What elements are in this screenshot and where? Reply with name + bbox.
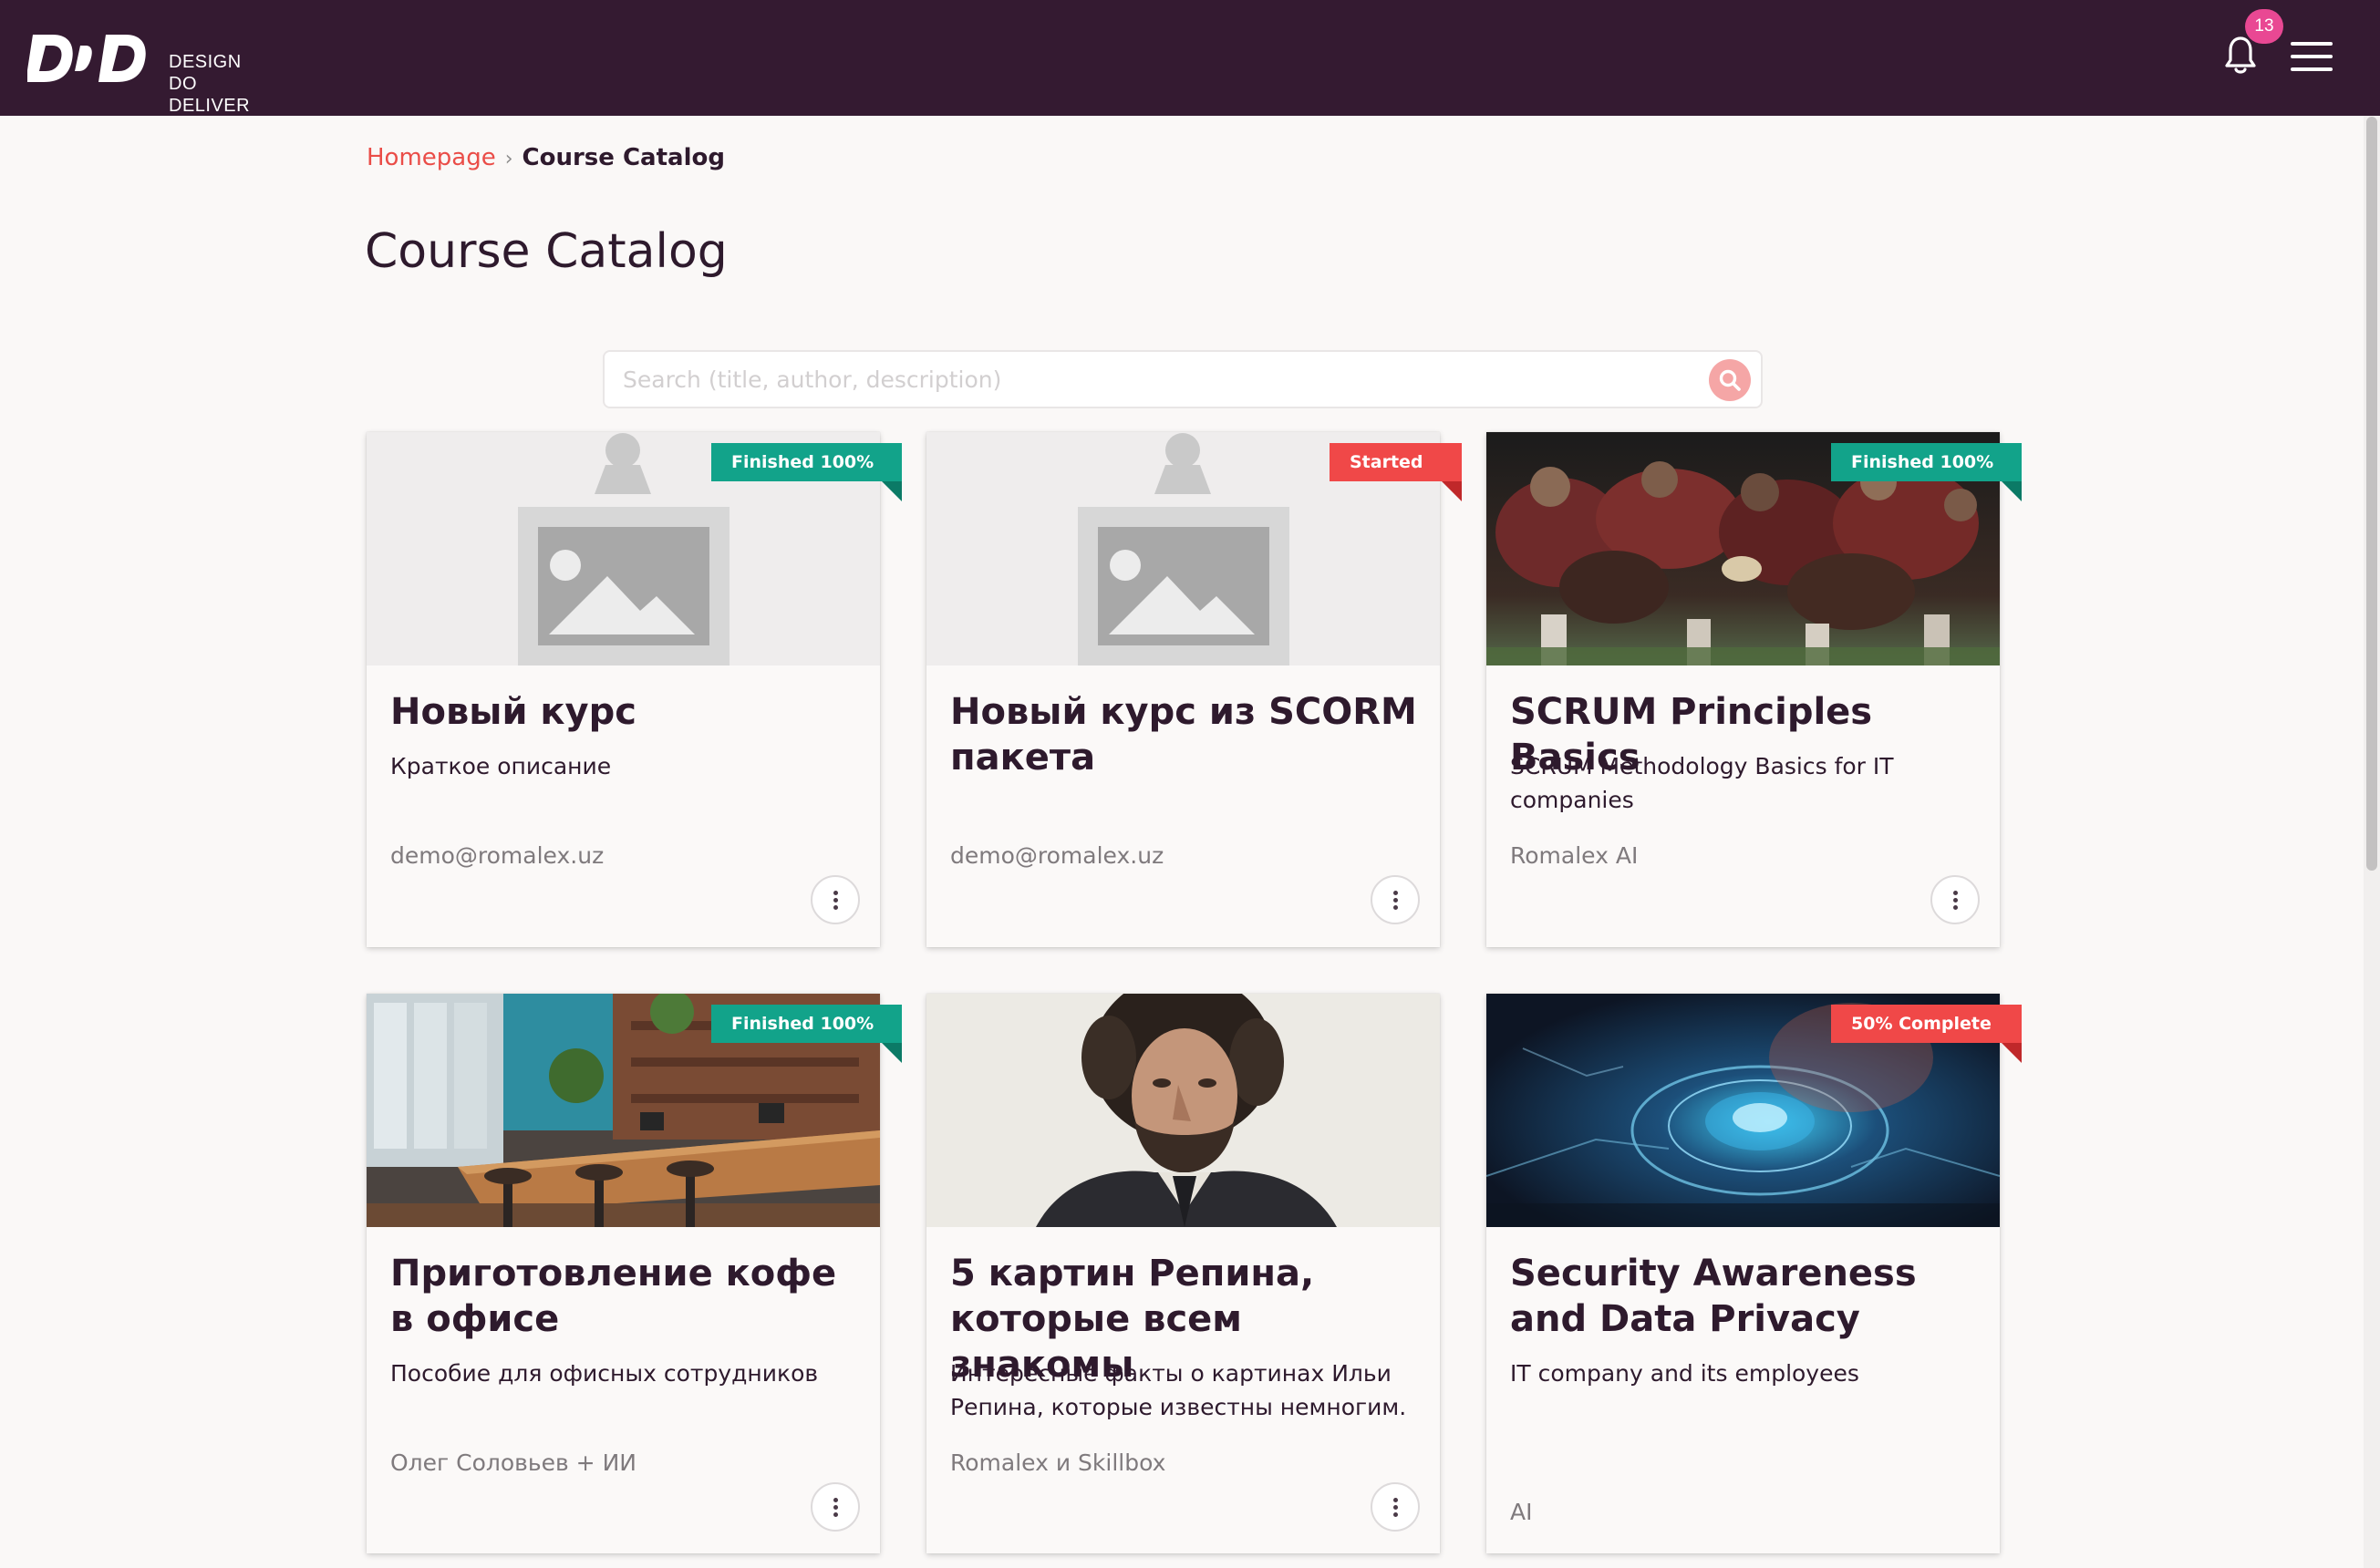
hamburger-menu-icon[interactable]: [2291, 42, 2333, 71]
more-options-button[interactable]: [1371, 1482, 1420, 1532]
page-scrollbar-thumb[interactable]: [2366, 117, 2377, 871]
ribbon-fold: [2002, 1043, 2022, 1063]
course-status-badge: Finished 100%: [711, 443, 902, 481]
course-description: IT company and its employees: [1510, 1360, 1859, 1387]
search-icon: [1719, 369, 1741, 391]
course-card[interactable]: Finished 100% SCRUM Principles Basics SC…: [1486, 432, 2022, 947]
course-status-badge: Started: [1330, 443, 1462, 481]
course-card[interactable]: Finished 100% Новый курс Краткое описани…: [367, 432, 902, 947]
notification-count-badge[interactable]: 13: [2245, 9, 2283, 44]
course-title[interactable]: Новый курс из SCORM пакета: [950, 689, 1424, 780]
course-card[interactable]: Finished 100% Приготовление кофе в офисе…: [367, 994, 902, 1553]
course-description: Краткое описание: [390, 753, 612, 779]
course-author: demo@romalex.uz: [390, 842, 605, 869]
course-description: Пособие для офисных сотрудников: [390, 1360, 819, 1387]
search-button[interactable]: [1709, 359, 1751, 401]
course-thumbnail: [926, 994, 1440, 1227]
search-input[interactable]: [623, 359, 1671, 399]
logo-line-deliver: DELIVER: [169, 96, 251, 116]
ribbon-fold: [1442, 481, 1462, 501]
course-author: Олег Соловьев + ИИ: [390, 1449, 636, 1476]
course-card[interactable]: Started Новый курс из SCORM пакета demo@…: [926, 432, 1462, 947]
logo-line-design: DESIGN: [169, 52, 242, 72]
course-search-box: [603, 350, 1763, 408]
course-card[interactable]: 5 картин Репина, которые всем знакомы Ин…: [926, 994, 1440, 1553]
ribbon-fold: [882, 1043, 902, 1063]
course-status-badge: 50% Complete: [1831, 1005, 2022, 1043]
logo-text: DESIGN DO DELIVER: [169, 51, 250, 117]
course-title[interactable]: Новый курс: [390, 689, 864, 735]
more-options-button[interactable]: [811, 875, 860, 924]
top-navigation-bar: DESIGN DO DELIVER 13: [0, 0, 2380, 116]
logo-line-do: DO: [169, 74, 197, 94]
more-options-button[interactable]: [1371, 875, 1420, 924]
ribbon-fold: [2002, 481, 2022, 501]
course-description: Интересные факты о картинах Ильи Репина,…: [950, 1360, 1407, 1420]
more-options-button[interactable]: [1930, 875, 1980, 924]
more-options-button[interactable]: [811, 1482, 860, 1532]
bell-icon[interactable]: [2225, 35, 2256, 75]
repin-portrait-painting: [926, 994, 1440, 1227]
course-description: SCRUM Methodology Basics for IT companie…: [1510, 753, 1894, 813]
ddd-logo[interactable]: DESIGN DO DELIVER: [27, 27, 250, 116]
course-card[interactable]: 50% Complete Security Awareness and Data…: [1486, 994, 2022, 1553]
course-status-badge: Finished 100%: [1831, 443, 2022, 481]
course-title[interactable]: Security Awareness and Data Privacy: [1510, 1251, 1984, 1342]
course-author: Romalex AI: [1510, 842, 1639, 869]
breadcrumb-separator: ›: [504, 148, 513, 170]
page-title: Course Catalog: [365, 224, 728, 279]
course-title[interactable]: Приготовление кофе в офисе: [390, 1251, 864, 1342]
breadcrumb-current: Course Catalog: [522, 144, 725, 171]
breadcrumb-home-link[interactable]: Homepage: [367, 144, 496, 171]
ribbon-fold: [882, 481, 902, 501]
ddd-logo-mark: [27, 35, 146, 82]
course-author: Romalex и Skillbox: [950, 1449, 1166, 1476]
course-status-badge: Finished 100%: [711, 1005, 902, 1043]
breadcrumb: Homepage › Course Catalog: [367, 142, 725, 173]
course-author: demo@romalex.uz: [950, 842, 1164, 869]
course-author: AI: [1510, 1499, 1533, 1525]
